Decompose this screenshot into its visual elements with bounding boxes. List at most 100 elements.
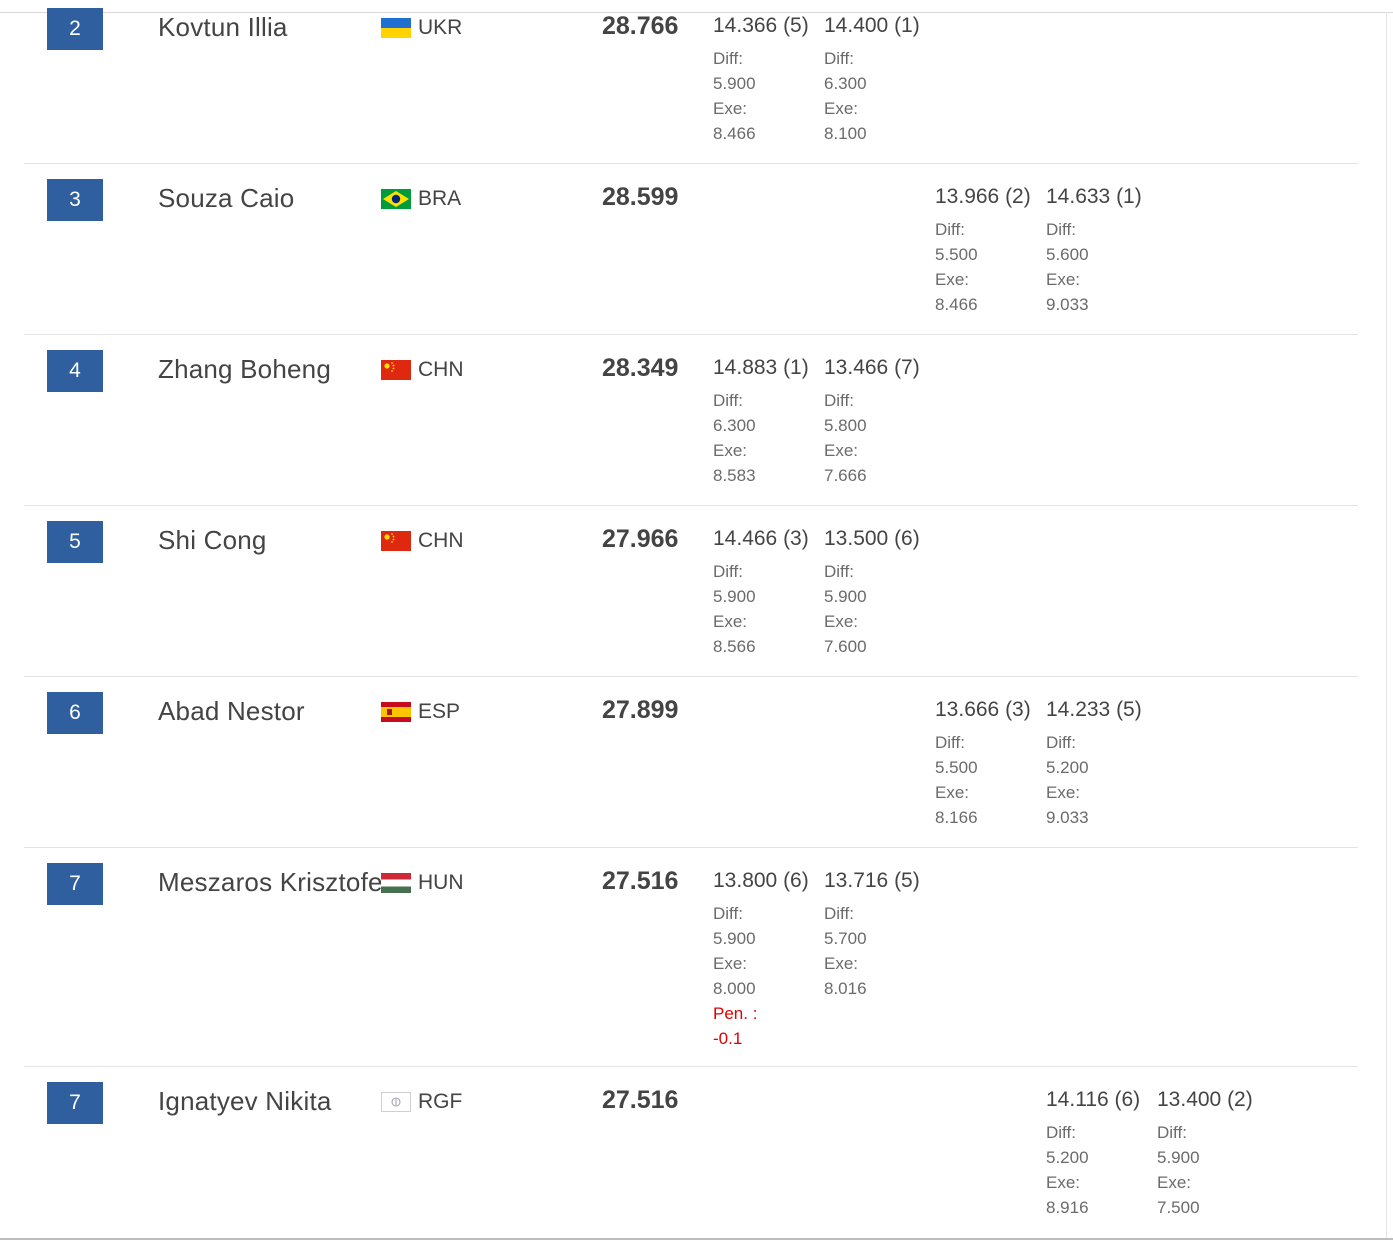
diff-label: Diff: (1046, 220, 1076, 239)
apparatus-score: 14.233 (5) Diff: 5.200 Exe: 9.033 (1046, 698, 1166, 830)
total-score: 27.516 (602, 867, 679, 895)
score-value: 14.233 (5) (1046, 698, 1142, 721)
exe-value: 8.166 (935, 808, 978, 827)
athlete-name[interactable]: Kovtun Illia (158, 12, 288, 43)
exe-value: 7.600 (824, 637, 867, 656)
exe-label: Exe: (713, 441, 748, 460)
rank-badge: 2 (47, 8, 103, 50)
rank-badge: 7 (47, 863, 103, 905)
exe-label: Exe: (1157, 1173, 1192, 1192)
china-flag-icon (381, 360, 411, 380)
score-value: 14.633 (1) (1046, 185, 1142, 208)
total-score: 28.599 (602, 183, 679, 211)
hungary-flag-icon (381, 873, 411, 893)
diff-value: 5.800 (824, 416, 867, 435)
table-row: 7 Meszaros Krisztofer HUN 27.516 13.800 … (24, 848, 1358, 1067)
score-value: 14.116 (6) (1046, 1088, 1141, 1111)
exe-label: Exe: (713, 612, 748, 631)
athlete-name[interactable]: Souza Caio (158, 183, 294, 214)
nation-code: CHN (418, 358, 464, 381)
score-value: 14.466 (3) (713, 527, 809, 550)
exe-value: 8.000 (713, 979, 756, 998)
exe-value: 8.566 (713, 637, 756, 656)
nation-code: ESP (418, 700, 461, 723)
score-value: 14.400 (1) (824, 14, 920, 37)
athlete-name[interactable]: Abad Nestor (158, 696, 305, 727)
score-value: 13.500 (6) (824, 527, 920, 550)
score-value: 14.366 (5) (713, 14, 809, 37)
diff-value: 5.700 (824, 929, 867, 948)
exe-label: Exe: (1046, 1173, 1081, 1192)
spain-flag-icon (381, 702, 411, 722)
exe-value: 7.666 (824, 466, 867, 485)
score-value: 13.966 (2) (935, 185, 1031, 208)
score-value: 13.716 (5) (824, 869, 920, 892)
score-value: 13.466 (7) (824, 356, 920, 379)
apparatus-score: 14.366 (5) Diff: 5.900 Exe: 8.466 (713, 14, 833, 146)
nation-code: UKR (418, 16, 463, 39)
apparatus-score: 13.666 (3) Diff: 5.500 Exe: 8.166 (935, 698, 1055, 830)
apparatus-score: 13.400 (2) Diff: 5.900 Exe: 7.500 (1157, 1088, 1277, 1220)
athlete-name[interactable]: Shi Cong (158, 525, 267, 556)
exe-value: 8.583 (713, 466, 756, 485)
exe-value: 8.916 (1046, 1198, 1089, 1217)
apparatus-score: 14.116 (6) Diff: 5.200 Exe: 8.916 (1046, 1088, 1166, 1220)
exe-value: 8.016 (824, 979, 867, 998)
total-score: 28.349 (602, 354, 679, 382)
exe-label: Exe: (935, 783, 970, 802)
total-score: 27.516 (602, 1086, 679, 1114)
diff-label: Diff: (713, 49, 743, 68)
nation-code: HUN (418, 871, 464, 894)
exe-label: Exe: (824, 99, 859, 118)
exe-value: 9.033 (1046, 808, 1089, 827)
table-row: 6 Abad Nestor ESP 27.899 13.666 (3) Diff… (24, 677, 1358, 848)
diff-value: 5.900 (713, 587, 756, 606)
exe-label: Exe: (713, 99, 748, 118)
table-row: 7 Ignatyev Nikita RGF 27.516 14.116 (6) … (24, 1067, 1358, 1238)
apparatus-score: 14.466 (3) Diff: 5.900 Exe: 8.566 (713, 527, 833, 659)
apparatus-score: 13.966 (2) Diff: 5.500 Exe: 8.466 (935, 185, 1055, 317)
athlete-name[interactable]: Zhang Boheng (158, 354, 331, 385)
table-row: 4 Zhang Boheng CHN 28.349 14.883 (1) Dif… (24, 335, 1358, 506)
diff-label: Diff: (1157, 1123, 1187, 1142)
china-flag-icon (381, 531, 411, 551)
apparatus-score: 13.500 (6) Diff: 5.900 Exe: 7.600 (824, 527, 944, 659)
ukraine-flag-icon (381, 18, 411, 38)
diff-value: 5.200 (1046, 1148, 1089, 1167)
athlete-name[interactable]: Meszaros Krisztofer (158, 867, 392, 898)
athlete-name[interactable]: Ignatyev Nikita (158, 1086, 332, 1117)
exe-value: 8.100 (824, 124, 867, 143)
diff-label: Diff: (1046, 733, 1076, 752)
exe-value: 7.500 (1157, 1198, 1200, 1217)
diff-value: 5.500 (935, 245, 978, 264)
apparatus-score: 13.466 (7) Diff: 5.800 Exe: 7.666 (824, 356, 944, 488)
score-value: 14.883 (1) (713, 356, 809, 379)
rank-badge: 7 (47, 1082, 103, 1124)
right-divider (1386, 12, 1387, 1240)
table-row: 2 Kovtun Illia UKR 28.766 14.366 (5) Dif… (24, 0, 1358, 164)
diff-label: Diff: (713, 562, 743, 581)
table-row: 5 Shi Cong CHN 27.966 14.466 (3) Diff: 5… (24, 506, 1358, 677)
diff-value: 5.900 (713, 929, 756, 948)
diff-label: Diff: (1046, 1123, 1076, 1142)
penalty-label: Pen. : (713, 1004, 758, 1023)
exe-label: Exe: (935, 270, 970, 289)
rank-badge: 5 (47, 521, 103, 563)
exe-value: 8.466 (935, 295, 978, 314)
exe-label: Exe: (824, 954, 859, 973)
diff-label: Diff: (713, 904, 743, 923)
diff-value: 5.900 (713, 74, 756, 93)
diff-value: 5.500 (935, 758, 978, 777)
rank-badge: 4 (47, 350, 103, 392)
score-value: 13.666 (3) (935, 698, 1031, 721)
penalty-value: -0.1 (713, 1029, 743, 1048)
diff-value: 6.300 (713, 416, 756, 435)
diff-value: 5.600 (1046, 245, 1089, 264)
diff-label: Diff: (824, 49, 854, 68)
rank-badge: 3 (47, 179, 103, 221)
total-score: 27.899 (602, 696, 679, 724)
diff-value: 5.200 (1046, 758, 1089, 777)
apparatus-score: 14.400 (1) Diff: 6.300 Exe: 8.100 (824, 14, 944, 146)
apparatus-score: 13.716 (5) Diff: 5.700 Exe: 8.016 (824, 869, 944, 1001)
exe-label: Exe: (1046, 783, 1081, 802)
